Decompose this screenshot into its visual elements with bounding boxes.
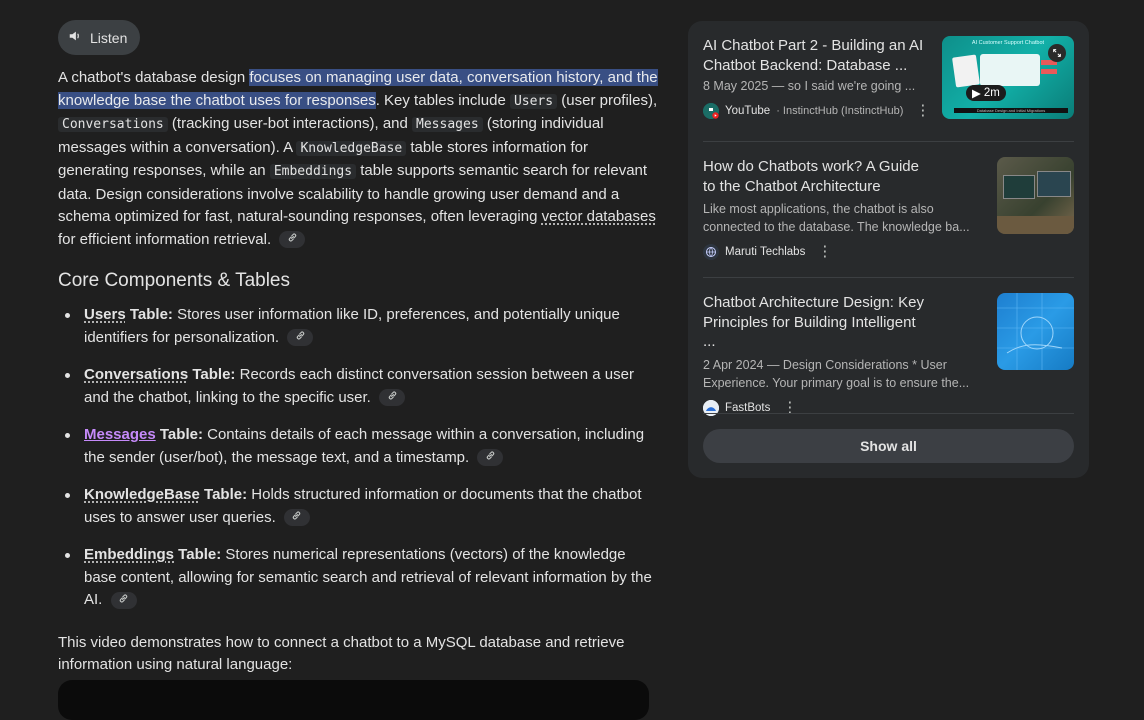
source-name: Maruti Techlabs [725, 246, 806, 258]
listen-button[interactable]: Listen [58, 20, 141, 55]
link-icon [118, 589, 129, 612]
expand-icon[interactable] [1048, 44, 1066, 62]
item-name[interactable]: Users [84, 306, 126, 323]
item-suffix: Table: [155, 426, 203, 443]
source-link-chip[interactable] [287, 326, 314, 349]
source-snippet: 2 Apr 2024 — Design Considerations * Use… [703, 357, 970, 390]
listen-label: Listen [90, 29, 128, 46]
source-link-chip[interactable] [379, 386, 406, 409]
thumbnail-bar [1041, 69, 1057, 74]
item-name[interactable]: Embeddings [84, 546, 174, 563]
link-icon [295, 326, 306, 349]
source-channel: · InstinctHub (InstinctHub) [776, 105, 904, 117]
video-player[interactable] [58, 680, 649, 720]
list-item: Users Table: Stores user information lik… [65, 304, 658, 349]
more-options-icon[interactable]: ⋮ [915, 103, 930, 118]
divider [703, 141, 1074, 142]
components-list: Users Table: Stores user information lik… [58, 304, 658, 612]
source-name: FastBots [725, 401, 771, 414]
video-thumbnail[interactable]: AI Customer Support Chatbot Database Des… [942, 36, 1074, 119]
thumbnail-doc-graphic [952, 54, 980, 88]
source-card-youtube[interactable]: AI Chatbot Part 2 - Building an AI Chatb… [703, 36, 1074, 119]
video-description: This video demonstrates how to connect a… [58, 633, 625, 674]
source-link-chip[interactable] [283, 506, 310, 529]
thumbnail-caption: Database Design and Initial Migrations [954, 108, 1068, 113]
source-attribution: Maruti Techlabs ⋮ [703, 244, 1074, 260]
list-item: Conversations Table: Records each distin… [65, 364, 658, 409]
more-options-icon[interactable]: ⋮ [782, 400, 797, 415]
intro-text: (tracking user-bot interactions), and [167, 115, 413, 132]
link-icon [291, 506, 302, 529]
thumbnail-ui-graphic [980, 54, 1040, 86]
list-item: Embeddings Table: Stores numerical repre… [65, 544, 658, 612]
intro-text: . Key tables include [375, 91, 510, 109]
source-link-chip[interactable] [110, 589, 137, 612]
link-icon [287, 228, 298, 251]
link-icon [485, 446, 496, 469]
blueprint-graphic [997, 293, 1074, 370]
list-item: Messages Table: Contains details of each… [65, 424, 658, 469]
source-card-fastbots[interactable]: Chatbot Architecture Design: Key Princip… [703, 293, 1074, 416]
item-suffix: Table: [125, 306, 173, 323]
source-link-chip[interactable] [279, 228, 306, 251]
thumbnail-monitor-graphic [1003, 175, 1035, 199]
play-icon: ▶ [972, 88, 981, 100]
thumbnail-monitor-graphic [1037, 171, 1071, 197]
source-snippet: 8 May 2025 — so I said we're going ... [703, 79, 916, 93]
code-embeddings: Embeddings [269, 164, 357, 179]
item-suffix: Table: [188, 366, 236, 383]
thumbnail-desk-graphic [997, 216, 1074, 234]
source-name: YouTube [725, 105, 771, 117]
intro-text: for efficient information retrieval. [58, 230, 272, 248]
link-icon [387, 386, 398, 409]
youtube-channel-icon [703, 103, 719, 119]
code-messages: Messages [412, 117, 483, 132]
source-link-chip[interactable] [477, 446, 504, 469]
item-name[interactable]: Conversations [84, 366, 188, 383]
source-card-marutitech[interactable]: How do Chatbots work? A Guide to the Cha… [703, 157, 1074, 260]
item-suffix: Table: [174, 546, 222, 563]
divider [703, 413, 1074, 414]
intro-text: (user profiles), [557, 91, 658, 109]
list-item: KnowledgeBase Table: Holds structured in… [65, 484, 658, 529]
item-name[interactable]: Messages [84, 426, 156, 443]
article-thumbnail[interactable] [997, 293, 1074, 370]
divider [703, 277, 1074, 278]
sources-panel: AI Chatbot Part 2 - Building an AI Chatb… [688, 21, 1089, 478]
source-snippet: Like most applications, the chatbot is a… [703, 202, 970, 234]
speaker-icon [68, 29, 82, 46]
duration-text: 2m [983, 87, 1000, 99]
code-knowledgebase: KnowledgeBase [296, 140, 407, 156]
ai-overview-content: Listen A chatbot's database design focus… [58, 20, 658, 677]
intro-text: A chatbot's database design [58, 69, 250, 86]
intro-paragraph: A chatbot's database design focuses on m… [58, 67, 658, 251]
code-conversations: Conversations [58, 117, 168, 132]
show-all-button[interactable]: Show all [703, 429, 1074, 463]
code-users: Users [509, 93, 558, 109]
source-title[interactable]: How do Chatbots work? A Guide to the Cha… [703, 157, 931, 196]
article-thumbnail[interactable] [997, 157, 1074, 234]
vector-databases-link[interactable]: vector databases [542, 208, 656, 225]
section-heading: Core Components & Tables [58, 270, 290, 291]
video-duration-badge: ▶ 2m [966, 85, 1006, 101]
more-options-icon[interactable]: ⋮ [817, 244, 832, 259]
source-title[interactable]: Chatbot Architecture Design: Key Princip… [703, 293, 931, 352]
item-name[interactable]: KnowledgeBase [84, 486, 200, 503]
source-title[interactable]: AI Chatbot Part 2 - Building an AI Chatb… [703, 36, 931, 75]
globe-icon [703, 244, 719, 260]
item-suffix: Table: [199, 486, 248, 503]
